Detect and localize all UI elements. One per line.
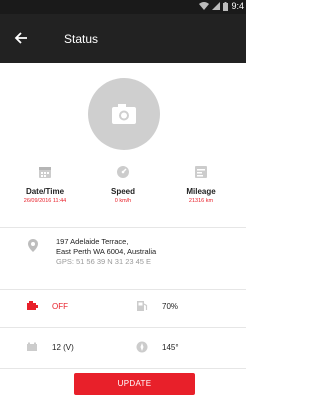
stat-label: Date/Time bbox=[25, 187, 65, 196]
calendar-icon bbox=[39, 167, 51, 178]
fuel-level-value: 70% bbox=[162, 301, 179, 311]
clock-time: 9:4 bbox=[231, 1, 244, 11]
battery-voltage: 12 (V) bbox=[26, 337, 74, 357]
battery-voltage-icon bbox=[27, 342, 37, 351]
battery-voltage-value: 12 (V) bbox=[52, 342, 74, 352]
stat-date-time: Date/Time 26/09/2016 11:44 bbox=[4, 165, 86, 204]
heading-value: 145° bbox=[162, 342, 179, 352]
wifi-icon bbox=[199, 2, 210, 10]
divider bbox=[0, 289, 246, 290]
stats-row: Date/Time 26/09/2016 11:44 Speed 0 km/h … bbox=[0, 165, 246, 225]
stat-label: Mileage bbox=[186, 187, 216, 196]
stat-value: 21316 km bbox=[188, 198, 214, 204]
vehicle-photo-button[interactable] bbox=[88, 78, 160, 150]
address-line-2: East Perth WA 6004, Australia bbox=[56, 247, 157, 256]
arrow-left-icon bbox=[14, 32, 27, 44]
page-title: Status bbox=[64, 32, 99, 46]
engine-status-value: OFF bbox=[52, 301, 68, 311]
divider bbox=[0, 368, 246, 369]
address-line-1: 197 Adelaide Terrace, bbox=[56, 237, 129, 246]
location-pin-icon bbox=[28, 239, 38, 252]
signal-icon bbox=[212, 2, 221, 10]
camera-icon bbox=[112, 104, 136, 124]
compass-icon bbox=[136, 341, 148, 353]
fuel-level: 70% bbox=[136, 296, 178, 316]
engine-icon bbox=[27, 301, 38, 310]
stat-mileage: Mileage 21316 km bbox=[160, 165, 242, 204]
gps-coordinates: GPS: 51 56 39 N 31 23 45 E bbox=[56, 257, 152, 266]
back-button[interactable] bbox=[12, 28, 32, 48]
divider bbox=[0, 327, 246, 328]
stat-value: 26/09/2016 11:44 bbox=[23, 198, 67, 204]
address-text: 197 Adelaide Terrace, East Perth WA 6004… bbox=[56, 237, 156, 267]
odometer-icon bbox=[195, 166, 207, 178]
speedometer-icon bbox=[117, 166, 129, 178]
update-button[interactable]: UPDATE bbox=[74, 373, 195, 395]
system-status-bar: 9:4 bbox=[0, 0, 246, 14]
battery-icon bbox=[223, 1, 229, 11]
stat-value: 0 km/h bbox=[114, 198, 132, 204]
status-content: Date/Time 26/09/2016 11:44 Speed 0 km/h … bbox=[0, 63, 246, 407]
divider bbox=[0, 227, 246, 228]
fuel-icon bbox=[137, 301, 148, 311]
status-icons: 9:4 bbox=[199, 1, 244, 11]
address-block: 197 Adelaide Terrace, East Perth WA 6004… bbox=[0, 237, 246, 283]
app-bar: Status bbox=[0, 14, 246, 63]
heading: 145° bbox=[136, 337, 179, 357]
stat-label: Speed bbox=[110, 187, 135, 196]
stat-speed: Speed 0 km/h bbox=[82, 165, 164, 204]
engine-status: OFF bbox=[26, 296, 68, 316]
